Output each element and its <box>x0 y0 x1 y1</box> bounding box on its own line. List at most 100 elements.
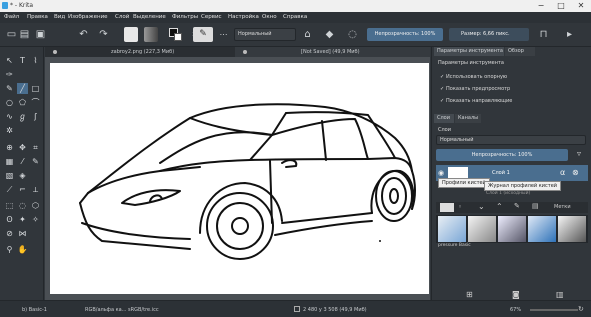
blend-mode-select[interactable]: Нормальный <box>234 28 296 41</box>
line-tool-icon[interactable]: ╱ <box>17 83 28 94</box>
option-show-preview[interactable]: ✓ Показать предпросмотр <box>440 86 510 92</box>
polygon-select-icon[interactable]: ⬡ <box>30 200 41 211</box>
ellipse-tool-icon[interactable]: ○ <box>4 97 15 108</box>
menu-edit[interactable]: Правка <box>27 14 48 20</box>
brush-editor-icon[interactable]: ⋯ <box>216 27 231 42</box>
fg-bg-color-icon[interactable] <box>168 27 183 42</box>
ellipse-select-icon[interactable]: ◌ <box>17 200 28 211</box>
reference-tool-icon[interactable]: ⟂ <box>30 184 41 195</box>
assistant-tool-icon[interactable]: ⟋ <box>4 184 15 195</box>
opacity-slider[interactable]: Непрозрачность: 100% <box>367 28 443 41</box>
snapshot-icon[interactable]: ◙ <box>512 290 520 299</box>
preset-thumb-2[interactable] <box>468 216 496 242</box>
layers-icon[interactable]: ▤ <box>532 202 539 210</box>
tab-tool-options[interactable]: Параметры инструмента <box>434 47 504 56</box>
tags-filter[interactable]: Метки <box>554 204 571 210</box>
undo-icon[interactable]: ↶ <box>76 27 91 42</box>
menu-image[interactable]: Изображение <box>68 14 108 20</box>
menu-help[interactable]: Справка <box>283 14 307 20</box>
color-picker-icon[interactable]: ⁄ <box>17 156 28 167</box>
tab-overview[interactable]: Обзор <box>505 47 535 56</box>
maximize-button[interactable]: □ <box>551 0 571 12</box>
drawing-canvas[interactable] <box>50 63 429 294</box>
option-use-assistant[interactable]: ✓ Использовать опорную <box>440 74 507 80</box>
chevron-down-icon[interactable]: ⌄ <box>478 202 485 211</box>
layer-blend-select[interactable]: Нормальный <box>436 135 586 145</box>
menu-settings[interactable]: Настройка <box>228 14 259 20</box>
menu-window[interactable]: Окно <box>262 14 277 20</box>
multibrush-icon[interactable]: ✲ <box>4 125 15 136</box>
inherit-alpha-icon[interactable]: ⊗ <box>572 168 579 177</box>
save-icon[interactable]: ▣ <box>33 27 48 42</box>
open-folder-icon[interactable]: ▤ <box>17 27 32 42</box>
status-zoom[interactable]: 67% <box>510 307 521 313</box>
chevron-icon[interactable]: ◦ <box>458 203 462 211</box>
menu-select[interactable]: Выделение <box>133 14 166 20</box>
similar-select-icon[interactable]: ✧ <box>30 214 41 225</box>
fill-tool-icon[interactable]: ◈ <box>17 170 28 181</box>
delete-icon[interactable]: ▥ <box>556 290 564 299</box>
tab-document-2[interactable]: [Not Saved] (49,9 Миб) <box>235 47 430 57</box>
preset-thumb-5[interactable] <box>558 216 586 242</box>
alpha-lock-icon[interactable]: α <box>560 168 565 177</box>
size-slider[interactable]: Размер: 6,66 пикс. <box>449 28 529 41</box>
preset-thumb-3[interactable] <box>498 216 526 242</box>
zoom-slider[interactable] <box>530 309 578 311</box>
pan-tool-icon[interactable]: ✋ <box>17 244 28 255</box>
mirror-icon[interactable]: ⊓ <box>536 27 551 42</box>
contiguous-select-icon[interactable]: ✦ <box>17 214 28 225</box>
zoom-tool-icon[interactable]: ⚲ <box>4 244 15 255</box>
transform-tool-icon[interactable]: ⊕ <box>4 142 15 153</box>
eraser-mode-icon[interactable]: ◆ <box>322 27 337 42</box>
dynamic-brush-icon[interactable]: ʃ <box>30 111 41 122</box>
gradient-tool-icon[interactable]: ▦ <box>4 156 15 167</box>
calligraphy-icon[interactable]: ✑ <box>4 69 15 80</box>
visibility-icon[interactable]: ◉ <box>438 169 444 177</box>
minimize-button[interactable]: − <box>531 0 551 12</box>
redo-icon[interactable]: ↷ <box>96 27 111 42</box>
reload-preset-icon[interactable]: ⌂ <box>300 27 315 42</box>
chevron-up-icon[interactable]: ⌃ <box>496 202 503 211</box>
bezier-select-icon[interactable]: ⊘ <box>4 228 15 239</box>
text-tool-icon[interactable]: T <box>17 55 28 66</box>
smart-patch-icon[interactable]: ▧ <box>4 170 15 181</box>
move-tool-icon[interactable]: ✥ <box>17 142 28 153</box>
polygon-tool-icon[interactable]: ⬠ <box>17 97 28 108</box>
layer-opacity-slider[interactable]: Непрозрачность: 100% <box>436 149 568 161</box>
filter-icon[interactable]: ▿ <box>572 149 586 161</box>
magnetic-select-icon[interactable]: ⋈ <box>17 228 28 239</box>
brush-icon[interactable]: ✎ <box>514 202 520 210</box>
edit-shapes-icon[interactable]: ⌇ <box>30 55 41 66</box>
measure-tool-icon[interactable]: ⌐ <box>17 184 28 195</box>
bezier-tool-icon[interactable]: ∿ <box>4 111 15 122</box>
freehand-select-icon[interactable]: ʘ <box>4 214 15 225</box>
colorize-mask-icon[interactable]: ✎ <box>30 156 41 167</box>
menu-layer[interactable]: Слой <box>115 14 129 20</box>
gradient-swatch-icon[interactable] <box>124 27 138 42</box>
rotate-icon[interactable]: ↻ <box>578 305 584 313</box>
rect-select-icon[interactable]: ⬚ <box>4 200 15 211</box>
rectangle-tool-icon[interactable]: □ <box>30 83 41 94</box>
menu-view[interactable]: Вид <box>54 14 65 20</box>
add-layer-icon[interactable]: ⊞ <box>466 290 473 299</box>
preset-thumb-1[interactable] <box>438 216 466 242</box>
pattern-swatch-icon[interactable] <box>144 27 158 42</box>
menu-filters[interactable]: Фильтры <box>172 14 198 20</box>
tab-document-1[interactable]: zabroy2.png (227,3 Миб) <box>45 47 235 57</box>
crop-tool-icon[interactable]: ⌗ <box>30 142 41 153</box>
freehand-path-icon[interactable]: ℊ <box>17 111 28 122</box>
preset-thumb-4[interactable] <box>528 216 556 242</box>
preset-swatch-icon[interactable] <box>440 203 454 212</box>
menu-file[interactable]: Файл <box>4 14 19 20</box>
select-shapes-icon[interactable]: ↖ <box>4 55 15 66</box>
close-button[interactable]: ✕ <box>571 0 591 12</box>
brush-tool-icon[interactable]: ✎ <box>4 83 15 94</box>
tab-layers[interactable]: Слои <box>434 114 454 123</box>
brush-preset-icon[interactable]: ✎ <box>193 27 213 42</box>
workspace-icon[interactable]: ▸ <box>562 27 577 42</box>
option-show-guides[interactable]: ✓ Показать направляющие <box>440 98 512 104</box>
polyline-tool-icon[interactable]: ⌒ <box>30 97 41 108</box>
tab-channels[interactable]: Каналы <box>455 114 481 123</box>
preserve-alpha-icon[interactable]: ◌ <box>345 27 360 42</box>
menu-tools[interactable]: Сервис <box>201 14 222 20</box>
